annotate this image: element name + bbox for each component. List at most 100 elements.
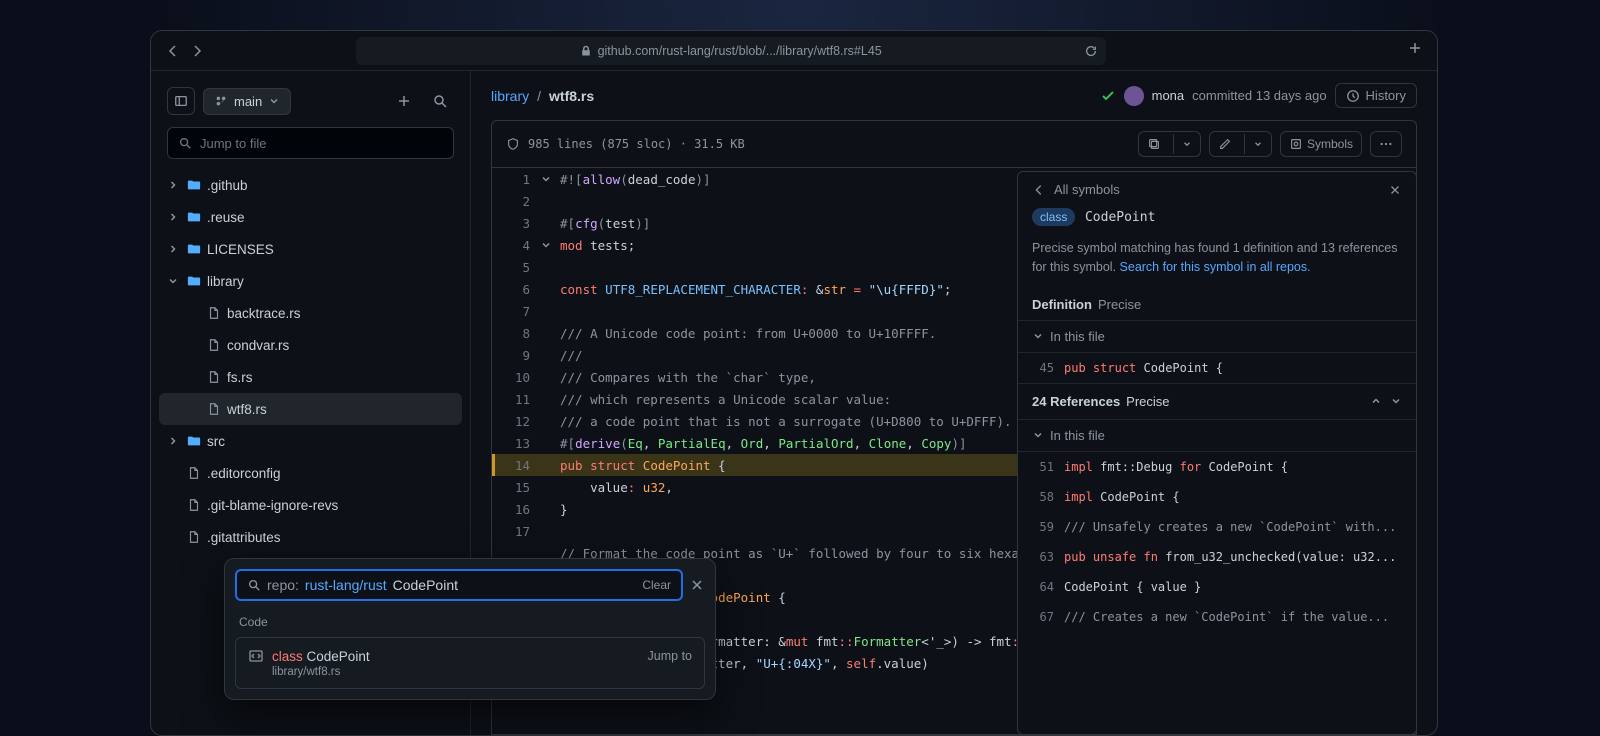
copy-button-group[interactable]	[1138, 131, 1201, 157]
references-list: 51impl fmt::Debug for CodePoint {58impl …	[1018, 452, 1416, 632]
search-repo-label: repo:	[267, 577, 299, 593]
search-repo-value: rust-lang/rust	[305, 577, 387, 593]
tree-file[interactable]: wtf8.rs	[159, 393, 462, 425]
reference-row[interactable]: 58impl CodePoint {	[1018, 482, 1416, 512]
search-icon	[247, 578, 261, 592]
tree-folder[interactable]: src	[159, 425, 462, 457]
tree-folder[interactable]: .reuse	[159, 201, 462, 233]
search-input[interactable]: repo: rust-lang/rust CodePoint Clear	[235, 569, 683, 601]
breadcrumb-file: wtf8.rs	[549, 88, 594, 104]
nav-back-icon[interactable]	[165, 43, 181, 59]
branch-selector[interactable]: main	[203, 88, 291, 115]
refresh-icon[interactable]	[1084, 44, 1098, 58]
chevron-down-icon	[268, 95, 280, 107]
definition-code: pub struct CodePoint {	[1064, 361, 1223, 375]
committer-name[interactable]: mona	[1152, 88, 1185, 103]
shield-icon	[506, 137, 520, 151]
symbol-name: CodePoint	[1085, 210, 1155, 225]
symbols-icon	[1289, 137, 1303, 151]
chevron-down-icon	[1182, 139, 1192, 149]
search-popup: repo: rust-lang/rust CodePoint Clear Code…	[224, 558, 716, 700]
precise-tag: Precise	[1126, 394, 1169, 409]
branch-icon	[214, 94, 228, 108]
file-header: library / wtf8.rs mona committed 13 days…	[471, 71, 1437, 120]
search-icon	[178, 136, 192, 150]
edit-button-group[interactable]	[1209, 131, 1272, 157]
jump-placeholder: Jump to file	[200, 136, 266, 151]
result-path: library/wtf8.rs	[272, 666, 692, 678]
chevron-down-icon	[1032, 330, 1044, 342]
search-query: CodePoint	[393, 577, 458, 593]
lock-icon	[580, 45, 592, 57]
symbols-panel: All symbols class CodePoint Precise symb…	[1017, 171, 1417, 735]
reference-row[interactable]: 59/// Unsafely creates a new `CodePoint`…	[1018, 512, 1416, 542]
jump-to-label: Jump to	[648, 649, 692, 663]
reference-row[interactable]: 67/// Creates a new `CodePoint` if the v…	[1018, 602, 1416, 632]
search-tree-button[interactable]	[426, 87, 454, 115]
references-label: 24 References	[1032, 394, 1120, 409]
back-arrow-icon[interactable]	[1032, 183, 1046, 197]
prev-ref-icon[interactable]	[1370, 395, 1382, 407]
breadcrumb-root[interactable]: library	[491, 88, 529, 104]
reference-row[interactable]: 51impl fmt::Debug for CodePoint {	[1018, 452, 1416, 482]
plus-icon	[396, 93, 412, 109]
pencil-icon	[1218, 137, 1232, 151]
blob-stats: 985 lines (875 sloc) · 31.5 KB	[528, 137, 745, 151]
nav-arrows	[165, 43, 205, 59]
kebab-icon	[1379, 137, 1393, 151]
code-square-icon	[248, 648, 264, 664]
commit-meta: mona committed 13 days ago History	[1100, 83, 1417, 108]
tree-folder[interactable]: library	[159, 265, 462, 297]
tree-file[interactable]: .editorconfig	[159, 457, 462, 489]
add-file-button[interactable]	[390, 87, 418, 115]
tree-file[interactable]: backtrace.rs	[159, 297, 462, 329]
avatar[interactable]	[1124, 86, 1144, 106]
url-bar[interactable]: github.com/rust-lang/rust/blob/.../libra…	[356, 37, 1106, 65]
tree-file[interactable]: .git-blame-ignore-revs	[159, 489, 462, 521]
symbol-kind-badge: class	[1032, 208, 1075, 226]
new-tab-button[interactable]	[1407, 40, 1423, 61]
tree-file[interactable]: fs.rs	[159, 361, 462, 393]
references-file-toggle[interactable]: In this file	[1018, 419, 1416, 452]
close-icon[interactable]	[1388, 183, 1402, 197]
committed-text: committed 13 days ago	[1192, 88, 1326, 103]
reference-row[interactable]: 64CodePoint { value }	[1018, 572, 1416, 602]
breadcrumb-sep: /	[537, 88, 541, 104]
definition-row[interactable]: 45 pub struct CodePoint {	[1018, 353, 1416, 383]
search-section-label: Code	[225, 611, 715, 637]
close-icon[interactable]	[689, 577, 705, 593]
search-all-repos-link[interactable]: Search for this symbol in all repos.	[1120, 260, 1311, 274]
check-icon	[1100, 88, 1116, 104]
more-button[interactable]	[1370, 131, 1402, 157]
precise-tag: Precise	[1098, 297, 1141, 312]
tree-file[interactable]: .gitattributes	[159, 521, 462, 553]
panel-toggle-button[interactable]	[167, 87, 195, 115]
nav-forward-icon[interactable]	[189, 43, 205, 59]
tree-folder[interactable]: LICENSES	[159, 233, 462, 265]
chevron-down-icon	[1253, 139, 1263, 149]
next-ref-icon[interactable]	[1390, 395, 1402, 407]
search-clear[interactable]: Clear	[642, 578, 671, 592]
symbol-description: Precise symbol matching has found 1 defi…	[1018, 235, 1416, 289]
url-text: github.com/rust-lang/rust/blob/.../libra…	[598, 44, 882, 58]
chevron-down-icon	[1032, 429, 1044, 441]
search-result[interactable]: class CodePoint Jump to library/wtf8.rs	[235, 637, 705, 689]
all-symbols-link[interactable]: All symbols	[1054, 182, 1120, 197]
symbols-label: Symbols	[1307, 137, 1353, 151]
branch-name: main	[234, 94, 262, 109]
definition-file-toggle[interactable]: In this file	[1018, 320, 1416, 353]
blob-toolbar: 985 lines (875 sloc) · 31.5 KB Symbols	[491, 120, 1417, 168]
tree-file[interactable]: condvar.rs	[159, 329, 462, 361]
symbols-button[interactable]: Symbols	[1280, 131, 1362, 157]
search-icon	[432, 93, 448, 109]
panel-icon	[174, 94, 188, 108]
definition-label: Definition	[1032, 297, 1092, 312]
history-icon	[1346, 89, 1360, 103]
titlebar: github.com/rust-lang/rust/blob/.../libra…	[151, 31, 1437, 71]
history-label: History	[1366, 88, 1406, 103]
tree-folder[interactable]: .github	[159, 169, 462, 201]
jump-to-file-input[interactable]: Jump to file	[167, 127, 454, 159]
reference-row[interactable]: 63pub unsafe fn from_u32_unchecked(value…	[1018, 542, 1416, 572]
history-button[interactable]: History	[1335, 83, 1417, 108]
copy-icon	[1147, 137, 1161, 151]
